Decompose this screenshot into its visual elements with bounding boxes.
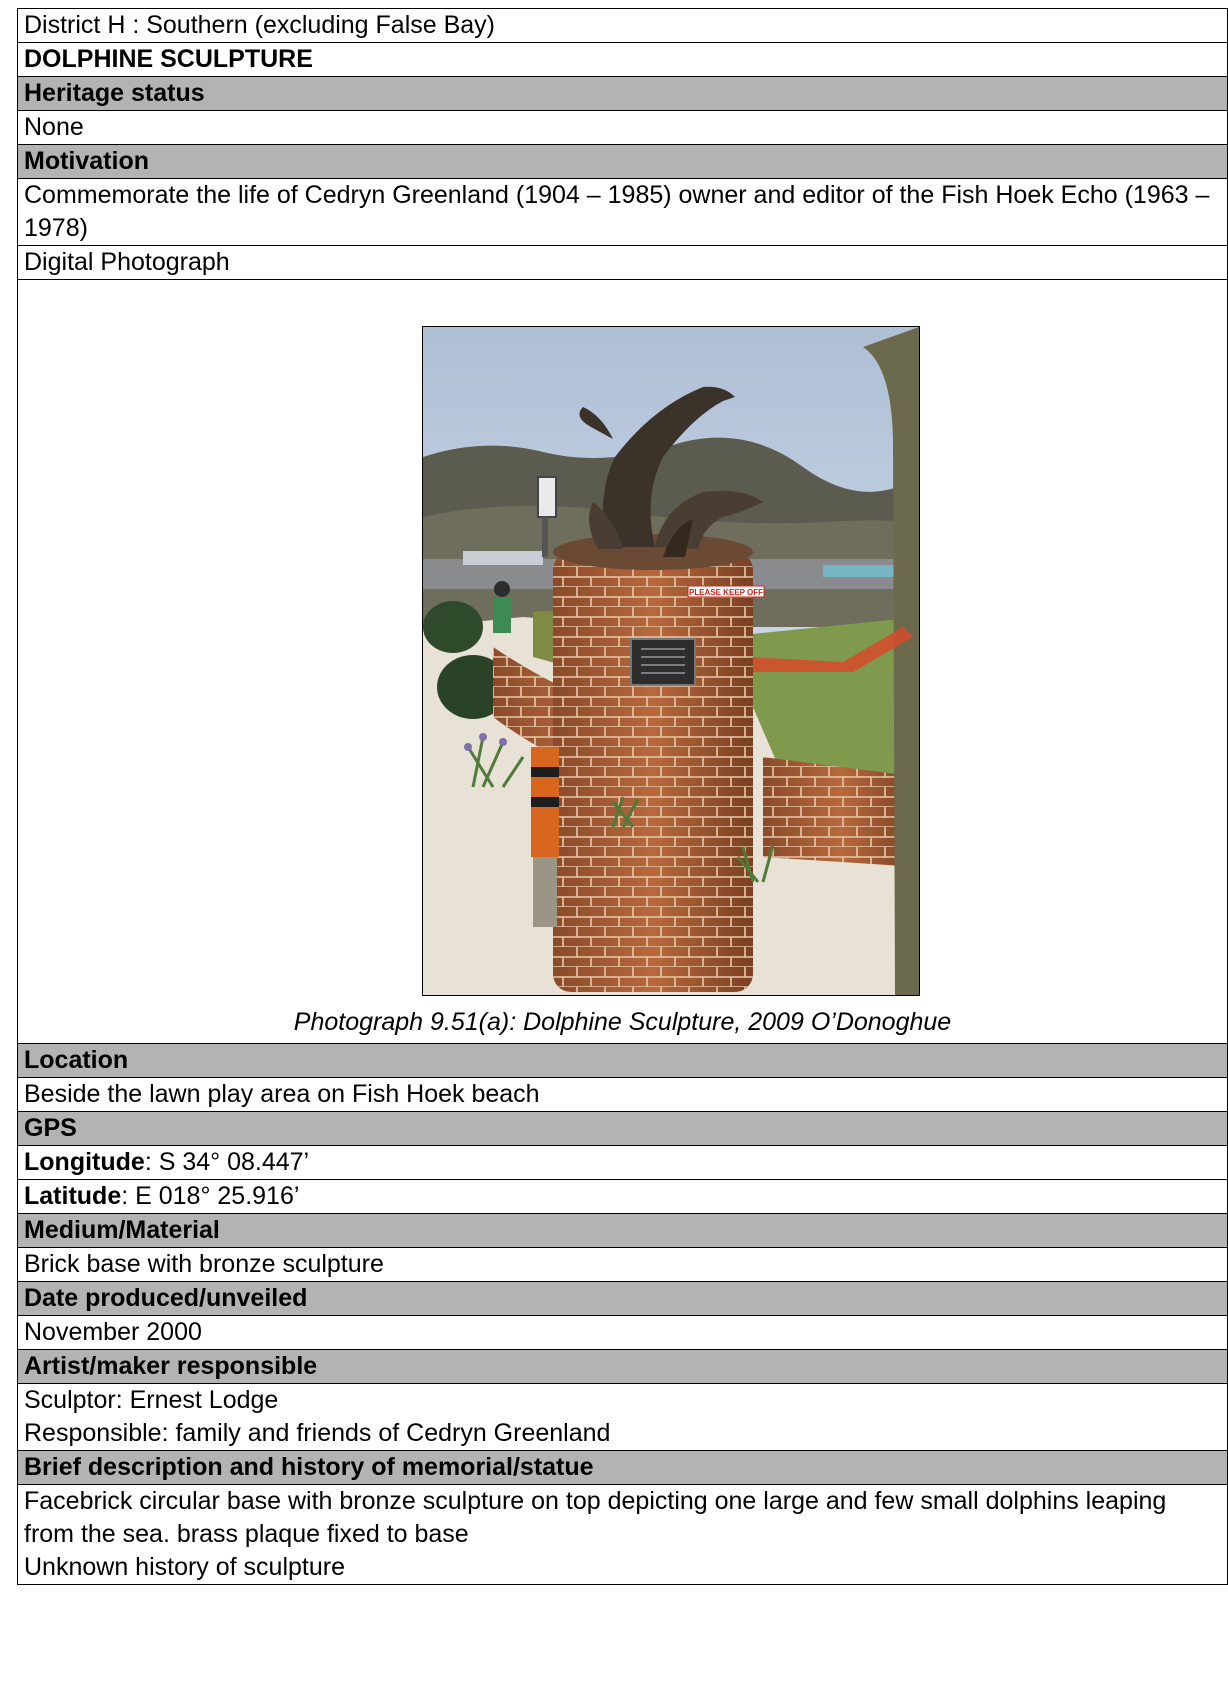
artist-responsible: Responsible: family and friends of Cedry… [24,1419,611,1447]
location-header: Location [17,1043,1228,1078]
district-cell: District H : Southern (excluding False B… [17,8,1228,43]
motivation-value: Commemorate the life of Cedryn Greenland… [17,178,1228,246]
date-header: Date produced/unveiled [17,1281,1228,1316]
photo-caption: Photograph 9.51(a): Dolphine Sculpture, … [293,1008,952,1036]
description-line-1: Facebrick circular base with bronze scul… [24,1487,1167,1548]
keep-off-sign-text: PLEASE KEEP OFF [689,588,763,597]
gps-header: GPS [17,1111,1228,1146]
gps-longitude: Longitude: S 34° 08.447’ [17,1145,1228,1180]
memorial-record: District H : Southern (excluding False B… [17,8,1228,1585]
gps-latitude: Latitude: E 018° 25.916’ [17,1179,1228,1214]
latitude-value: : E 018° 25.916’ [121,1182,300,1210]
heritage-header: Heritage status [17,76,1228,111]
longitude-label: Longitude [24,1148,145,1176]
title-cell: DOLPHINE SCULPTURE [17,42,1228,77]
photo-label: Digital Photograph [17,245,1228,280]
record-table: District H : Southern (excluding False B… [17,8,1228,1585]
heritage-value: None [17,110,1228,145]
longitude-value: : S 34° 08.447’ [144,1148,310,1176]
description-value: Facebrick circular base with bronze scul… [17,1484,1228,1585]
photo-cell: PLEASE KEEP OFF Photograph 9.51(a): Dolp… [17,279,1228,1044]
sculpture-photo-image: PLEASE KEEP OFF [423,327,919,995]
artist-sculptor: Sculptor: Ernest Lodge [24,1386,279,1414]
medium-header: Medium/Material [17,1213,1228,1248]
location-value: Beside the lawn play area on Fish Hoek b… [17,1077,1228,1112]
latitude-label: Latitude [24,1182,122,1210]
artist-value: Sculptor: Ernest Lodge Responsible: fami… [17,1383,1228,1451]
medium-value: Brick base with bronze sculpture [17,1247,1228,1282]
artist-header: Artist/maker responsible [17,1349,1228,1384]
description-line-2: Unknown history of sculpture [24,1553,345,1581]
motivation-header: Motivation [17,144,1228,179]
sculpture-photo: PLEASE KEEP OFF [422,326,920,996]
description-header: Brief description and history of memoria… [17,1450,1228,1485]
date-value: November 2000 [17,1315,1228,1350]
